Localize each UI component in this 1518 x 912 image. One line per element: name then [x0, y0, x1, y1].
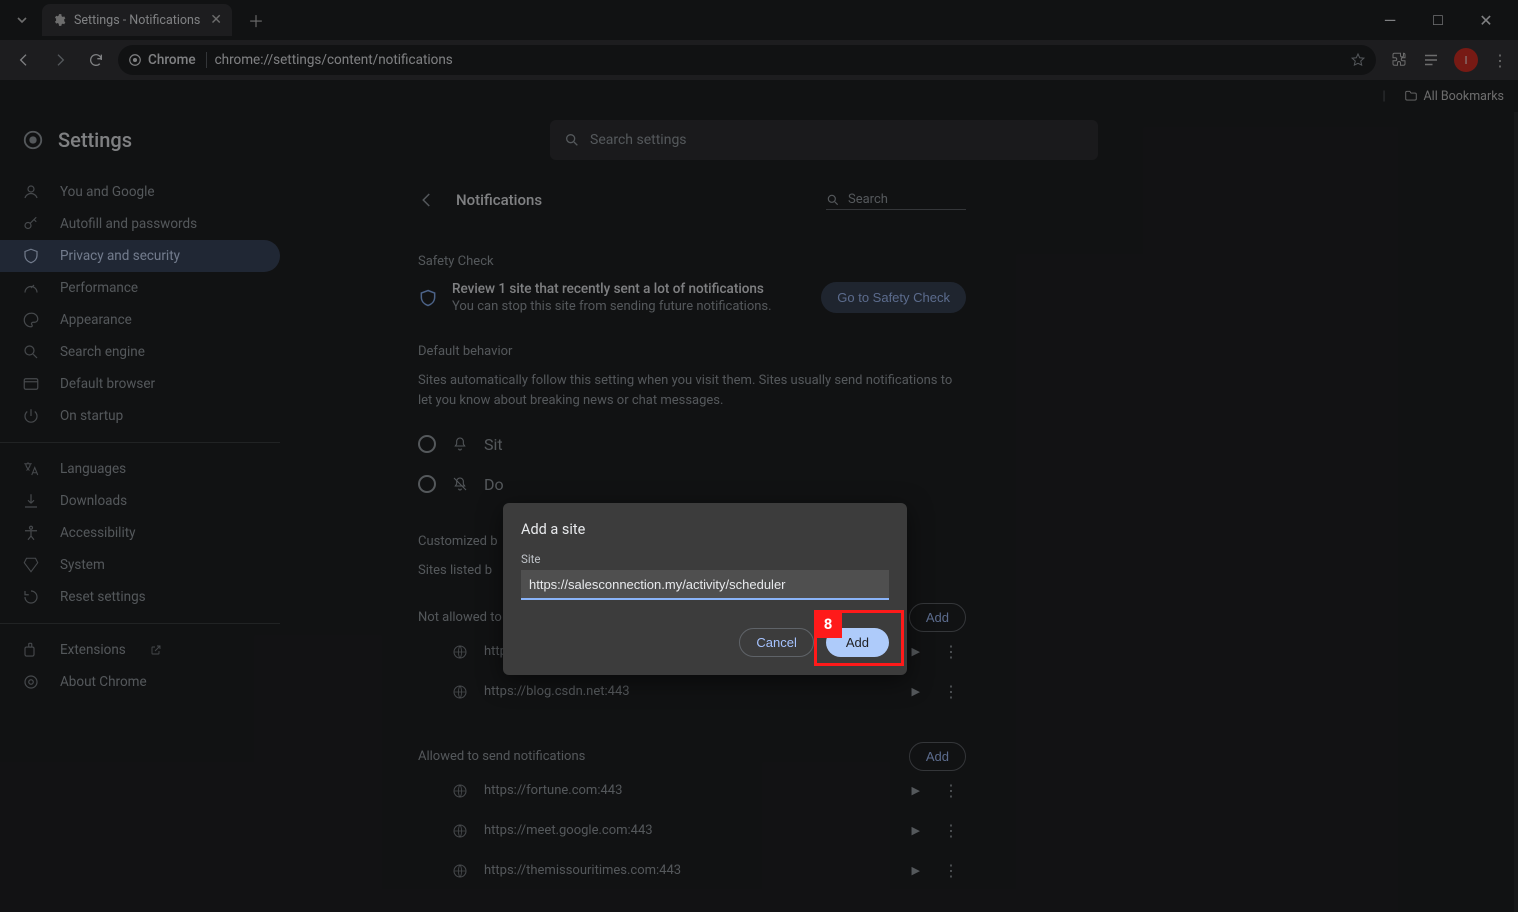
modal-backdrop — [0, 0, 1518, 912]
cancel-button[interactable]: Cancel — [739, 628, 813, 657]
annotation-callout: 8 — [814, 610, 904, 666]
site-url-input[interactable] — [521, 570, 889, 600]
annotation-number: 8 — [814, 610, 842, 638]
dialog-field-label: Site — [521, 552, 889, 566]
dialog-title: Add a site — [521, 521, 889, 538]
